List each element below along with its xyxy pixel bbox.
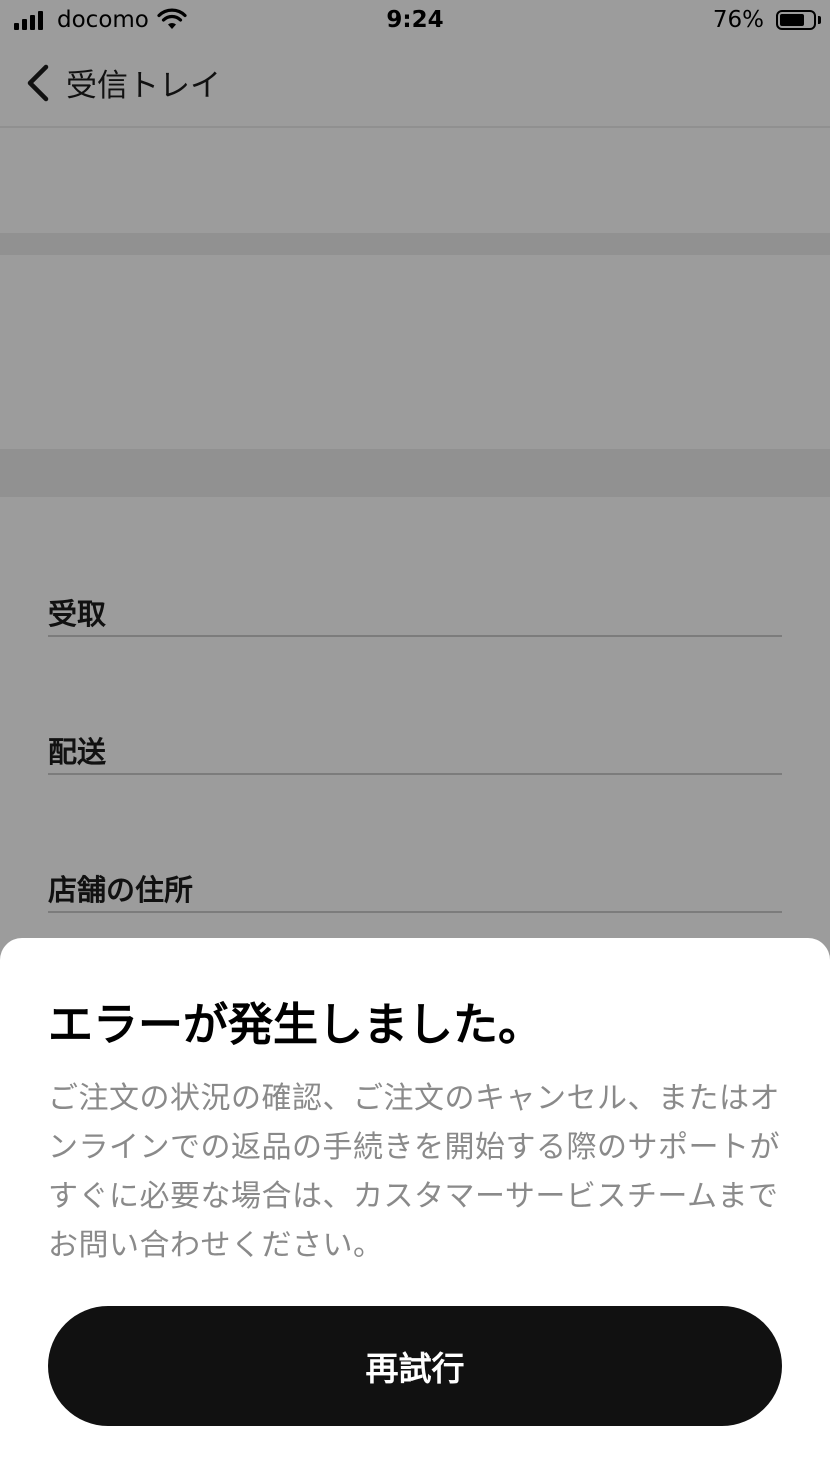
retry-button[interactable]: 再試行 bbox=[48, 1306, 782, 1426]
section-label: 受取 bbox=[48, 597, 107, 631]
section-delivery: 配送 bbox=[48, 723, 782, 775]
back-button[interactable]: 受信トレイ bbox=[20, 60, 221, 105]
placeholder-divider bbox=[0, 449, 830, 497]
placeholder-divider bbox=[0, 233, 830, 255]
navigation-bar: 受信トレイ bbox=[0, 42, 830, 128]
section-label: 配送 bbox=[48, 735, 107, 769]
status-bar: docomo 9:24 76% bbox=[0, 0, 830, 42]
battery-cap bbox=[818, 16, 821, 24]
status-time: 9:24 bbox=[386, 7, 444, 33]
section-label: 店舗の住所 bbox=[48, 873, 194, 907]
section-store-address: 店舗の住所 bbox=[48, 861, 782, 913]
error-bottom-sheet: エラーが発生しました。 ご注文の状況の確認、ご注文のキャンセル、またはオンライン… bbox=[0, 938, 830, 1475]
chevron-left-icon bbox=[27, 64, 49, 101]
error-title: エラーが発生しました。 bbox=[48, 998, 544, 1051]
battery-level-fill bbox=[780, 14, 804, 26]
battery-percentage: 76% bbox=[712, 7, 764, 33]
nav-title: 受信トレイ bbox=[66, 68, 221, 104]
section-pickup: 受取 bbox=[48, 585, 782, 637]
battery-icon bbox=[776, 10, 816, 30]
error-message: ご注文の状況の確認、ご注文のキャンセル、またはオンラインでの返品の手続きを開始す… bbox=[48, 1081, 780, 1263]
